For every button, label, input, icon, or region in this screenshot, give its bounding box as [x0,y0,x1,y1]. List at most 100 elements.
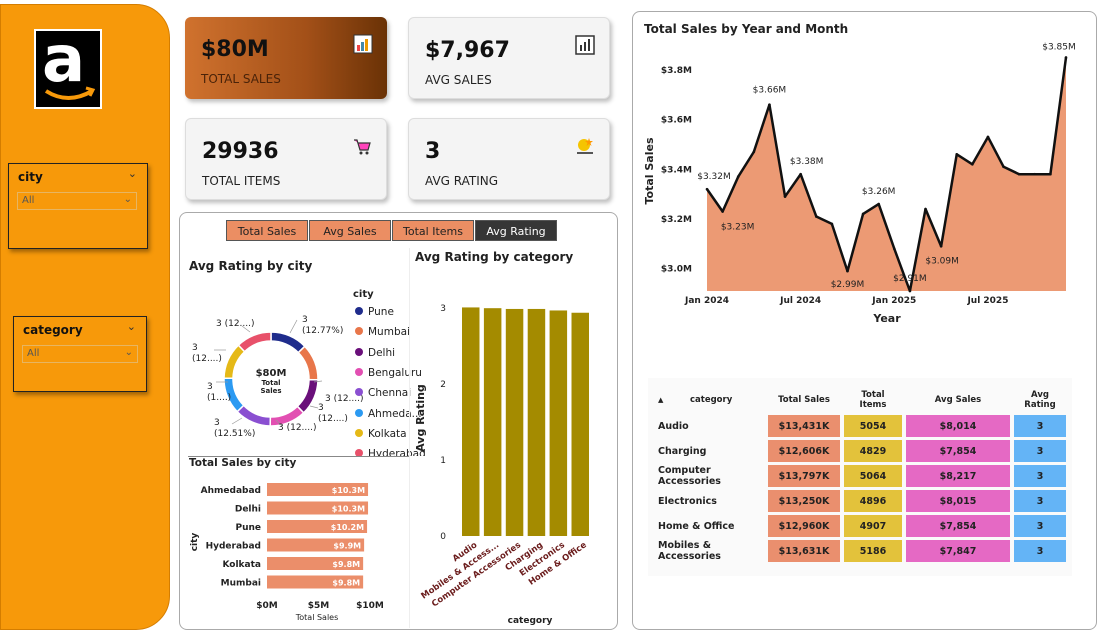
chevron-down-icon[interactable]: ⌄ [127,320,136,333]
donut-data-label: 3 [302,315,308,325]
table-row[interactable]: Computer Accessories $13,797K 5064 $8,217 3 [656,465,1066,487]
table-cell: 3 [1014,415,1066,437]
city-bar-label: Mumbai [221,579,261,589]
data-point [955,153,959,156]
city-bar-title: Total Sales by city [189,457,297,469]
legend-marker [355,307,363,315]
legend-marker [355,428,363,437]
data-point [752,150,756,154]
tab-total-items[interactable]: Total Items [392,220,474,241]
data-point [908,289,912,293]
category-dropdown[interactable]: All ⌄ [22,345,138,363]
city-dropdown[interactable]: All ⌄ [17,192,137,210]
column-header[interactable]: Total Items [844,388,902,412]
donut-leader-line [309,405,319,409]
table-cell: $13,250K [768,490,840,512]
data-point [924,207,927,211]
data-point [1017,172,1021,176]
legend-item-chennai[interactable]: Chennai [355,387,411,399]
legend-item-mumbai[interactable]: Mumbai [355,326,410,338]
x-tick-label: $5M [308,601,330,611]
y-tick-label: $3.6M [661,116,692,126]
table-row[interactable]: Home & Office $12,960K 4907 $7,854 3 [656,515,1066,537]
city-bar-label: Pune [235,523,261,533]
column-header[interactable]: Avg Sales [906,388,1010,412]
legend-marker [355,327,363,336]
table-row[interactable]: Audio $13,431K 5054 $8,014 3 [656,415,1066,437]
data-point [736,175,740,179]
city-bar-value: $10.2M [331,523,364,532]
data-point [1033,172,1037,176]
table-cell: 3 [1014,515,1066,537]
column-header[interactable]: Total Sales [768,388,840,412]
row-category: Mobiles & Accessories [658,540,721,562]
data-point [939,244,943,248]
legend-item-kolkata[interactable]: Kolkata [355,428,407,440]
category-bar-chart[interactable]: 0123Avg RatingAudioMobiles & Access...Co… [410,268,615,630]
tab-total-sales[interactable]: Total Sales [226,220,308,241]
data-point [783,195,787,198]
data-point [986,135,990,139]
city-slicer[interactable]: city ⌄ All ⌄ [8,163,148,249]
donut-leader-line [289,319,298,334]
column-header[interactable]: category [656,388,764,412]
category-slicer[interactable]: category ⌄ All ⌄ [13,316,147,392]
x-tick-label: Jan 2024 [684,296,729,306]
table-cell: 4907 [844,515,902,537]
legend-item-delhi[interactable]: Delhi [355,347,395,359]
category-matrix[interactable]: category Total Sales Total Items Avg Sales A… [652,385,1070,565]
donut-title: Avg Rating by city [189,259,313,273]
x-axis-title: Total Sales [295,613,339,622]
category-bar [571,312,589,536]
donut-data-label: 3 [214,418,220,428]
kpi-total-items[interactable]: 29936 TOTAL ITEMS [185,118,387,200]
data-point [1002,165,1005,169]
tab-avg-rating[interactable]: Avg Rating [475,220,557,241]
x-tick-label: Jul 2025 [966,296,1008,306]
city-bar-value: $10.3M [332,486,365,495]
city-bar-label: Ahmedabad [201,486,261,496]
donut-data-label: (12....) [318,414,348,424]
data-label: $3.26M [862,187,896,197]
x-tick-label: Jul 2024 [779,296,821,306]
kpi-total-sales[interactable]: $80M TOTAL SALES [185,17,387,99]
donut-slice [223,344,246,380]
tab-avg-sales[interactable]: Avg Sales [309,220,391,241]
table-row[interactable]: Mobiles & Accessories $13,631K 5186 $7,847 3 [656,540,1066,562]
table-cell: 4829 [844,440,902,462]
table-cell: $12,606K [768,440,840,462]
kpi-avg-sales[interactable]: $7,967 AVG SALES [408,17,610,99]
row-category: Home & Office [658,520,735,532]
donut-data-label: (12....) [192,354,222,364]
y-tick-label: $3.0M [661,265,692,275]
kpi-avg-rating[interactable]: 3 AVG RATING [408,118,610,200]
city-bar-label: Kolkata [222,560,261,570]
sales-area-chart[interactable]: $3.0M $3.2M $3.4M $3.6M $3.8M Jan 2024 Jul 202… [636,38,1086,328]
x-tick-label: $10M [356,601,384,611]
data-label: $2.99M [831,280,865,290]
data-point [861,212,865,216]
table-cell: 3 [1014,465,1066,487]
donut-chart[interactable]: 3 (12....) 3(12.77%)3 (12....)3(12....)3(… [182,278,412,448]
legend-title: city [353,289,374,300]
chevron-down-icon[interactable]: ⌄ [128,167,137,180]
sort-asc-icon[interactable]: ▲ [658,396,663,404]
legend-label: Mumbai [368,326,410,339]
legend-marker [355,347,363,356]
table-cell: $7,847 [906,540,1010,562]
chart-growth-icon [353,34,373,54]
table-row[interactable]: Charging $12,606K 4829 $7,854 3 [656,440,1066,462]
data-point [799,172,802,176]
legend-label: Chennai [368,387,412,400]
column-header[interactable]: Avg Rating [1014,388,1066,412]
legend-item-pune[interactable]: Pune [355,306,394,318]
donut-data-label: 3 (12....) [216,319,255,329]
sidebar: a city ⌄ All ⌄ category ⌄ All ⌄ [0,4,170,630]
data-point [971,162,974,166]
table-row[interactable]: Electronics $13,250K 4896 $8,015 3 [656,490,1066,512]
data-point [814,215,818,218]
donut-slice [236,404,272,427]
data-label: $3.23M [721,222,755,232]
donut-slice [296,378,319,414]
city-bar-chart[interactable]: Ahmedabad $10.3M Delhi $10.3M Pune $10.2M Hyde… [182,470,408,630]
